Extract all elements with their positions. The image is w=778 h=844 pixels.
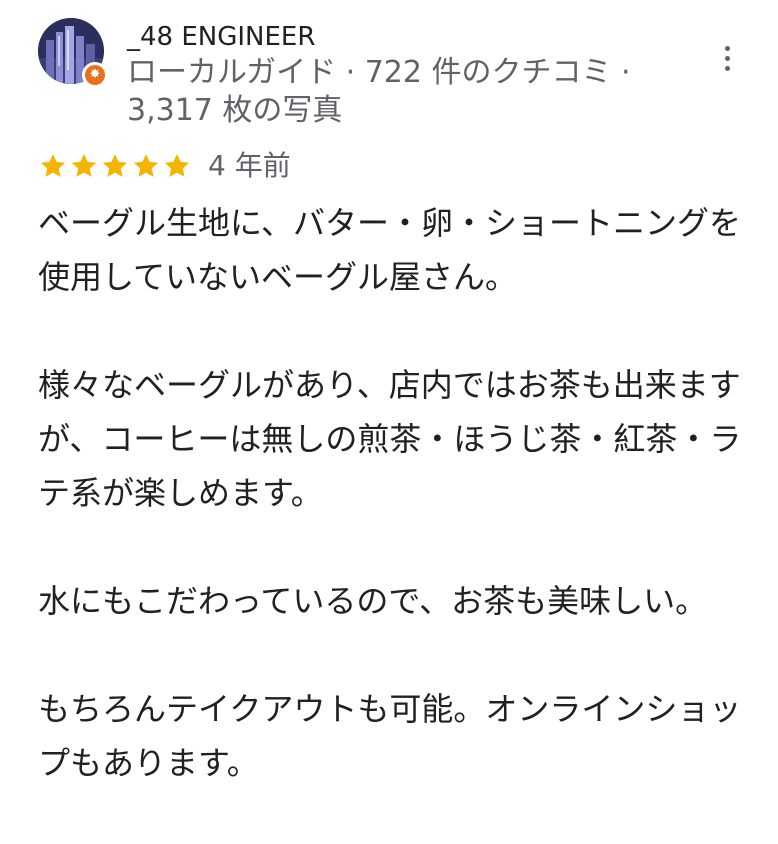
review-card: ✸ _48 ENGINEER ローカルガイド · 722 件のクチコミ · 3,… [0, 0, 778, 836]
star-icon [164, 154, 190, 177]
more-vert-icon-dot [724, 45, 730, 51]
star-icon [40, 154, 66, 177]
star-icon [102, 154, 128, 177]
review-date: 4 年前 [208, 149, 291, 182]
avatar[interactable]: ✸ [38, 18, 108, 88]
star-icon [133, 154, 159, 177]
rating-row: 4 年前 [38, 146, 291, 186]
star-rating [38, 151, 192, 181]
author-meta[interactable]: ローカルガイド · 722 件のクチコミ · 3,317 枚の写真 [127, 54, 707, 130]
more-options-button[interactable] [712, 38, 742, 78]
review-paragraph: ベーグル生地に、バター・卵・ショートニングを使用していないベーグル屋さん。 [38, 204, 742, 296]
review-paragraph: 様々なベーグルがあり、店内ではお茶も出来ますが、コーヒーは無しの煎茶・ほうじ茶・… [38, 366, 742, 512]
more-vert-icon-dot [724, 55, 730, 61]
local-guide-badge-icon: ✸ [82, 62, 108, 88]
review-paragraph: 水にもこだわっているので、お茶も美味しい。 [38, 582, 708, 620]
author-name[interactable]: _48 ENGINEER [127, 20, 315, 54]
star-icon [71, 154, 97, 177]
review-paragraph: もちろんテイクアウトも可能。オンラインショップもあります。 [38, 690, 742, 782]
more-vert-icon-dot [724, 65, 730, 71]
review-text: ベーグル生地に、バター・卵・ショートニングを使用していないベーグル屋さん。 様々… [38, 196, 758, 844]
